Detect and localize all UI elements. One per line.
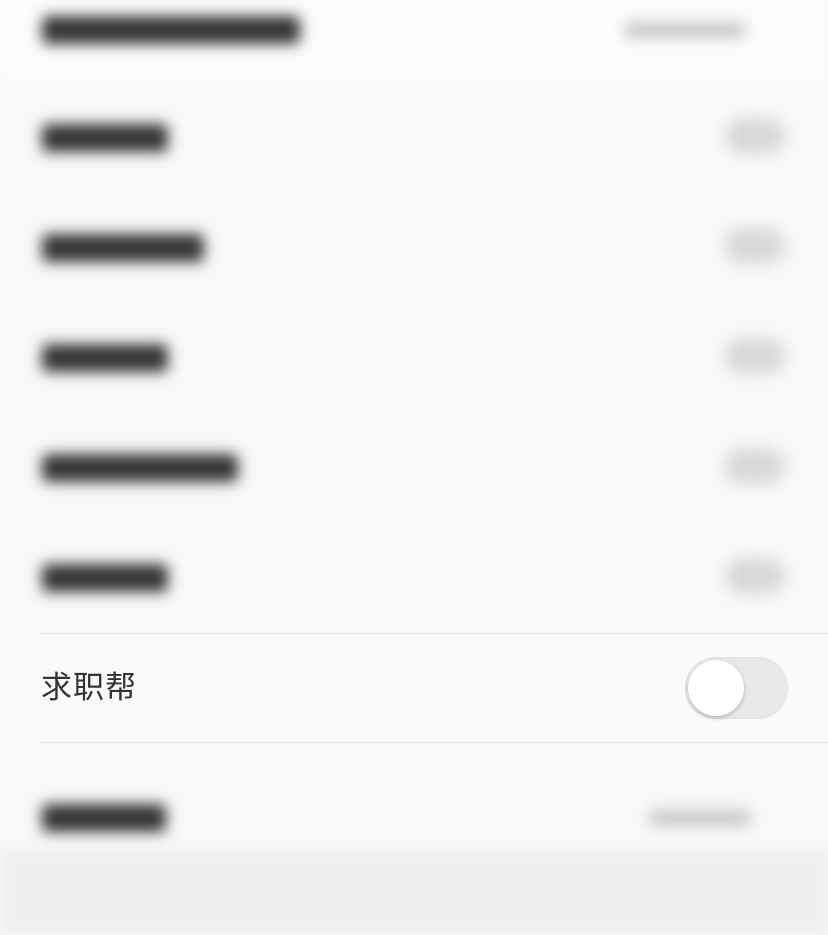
blurred-toggle [725,118,785,154]
settings-screen: 求职帮 [0,0,828,935]
blurred-label [42,124,168,152]
blurred-label [42,16,300,44]
blurred-toggle [725,338,785,374]
blurred-label [42,804,166,832]
blurred-label [42,344,168,372]
blurred-value [650,810,750,826]
blurred-toggle [725,228,785,264]
row-divider-top [40,633,828,634]
blurred-label [42,564,168,592]
blurred-label [42,454,238,482]
blurred-label [42,234,204,262]
blurred-toggle [725,558,785,594]
blurred-bottom-area [0,850,828,935]
settings-row-job-help: 求职帮 [0,633,828,743]
row-divider-bottom [40,742,828,743]
blurred-toggle [725,448,785,484]
row-label: 求职帮 [41,670,137,706]
blurred-value [625,22,745,38]
blurred-background [0,0,828,935]
job-help-toggle[interactable] [685,657,788,719]
toggle-thumb[interactable] [688,660,744,716]
